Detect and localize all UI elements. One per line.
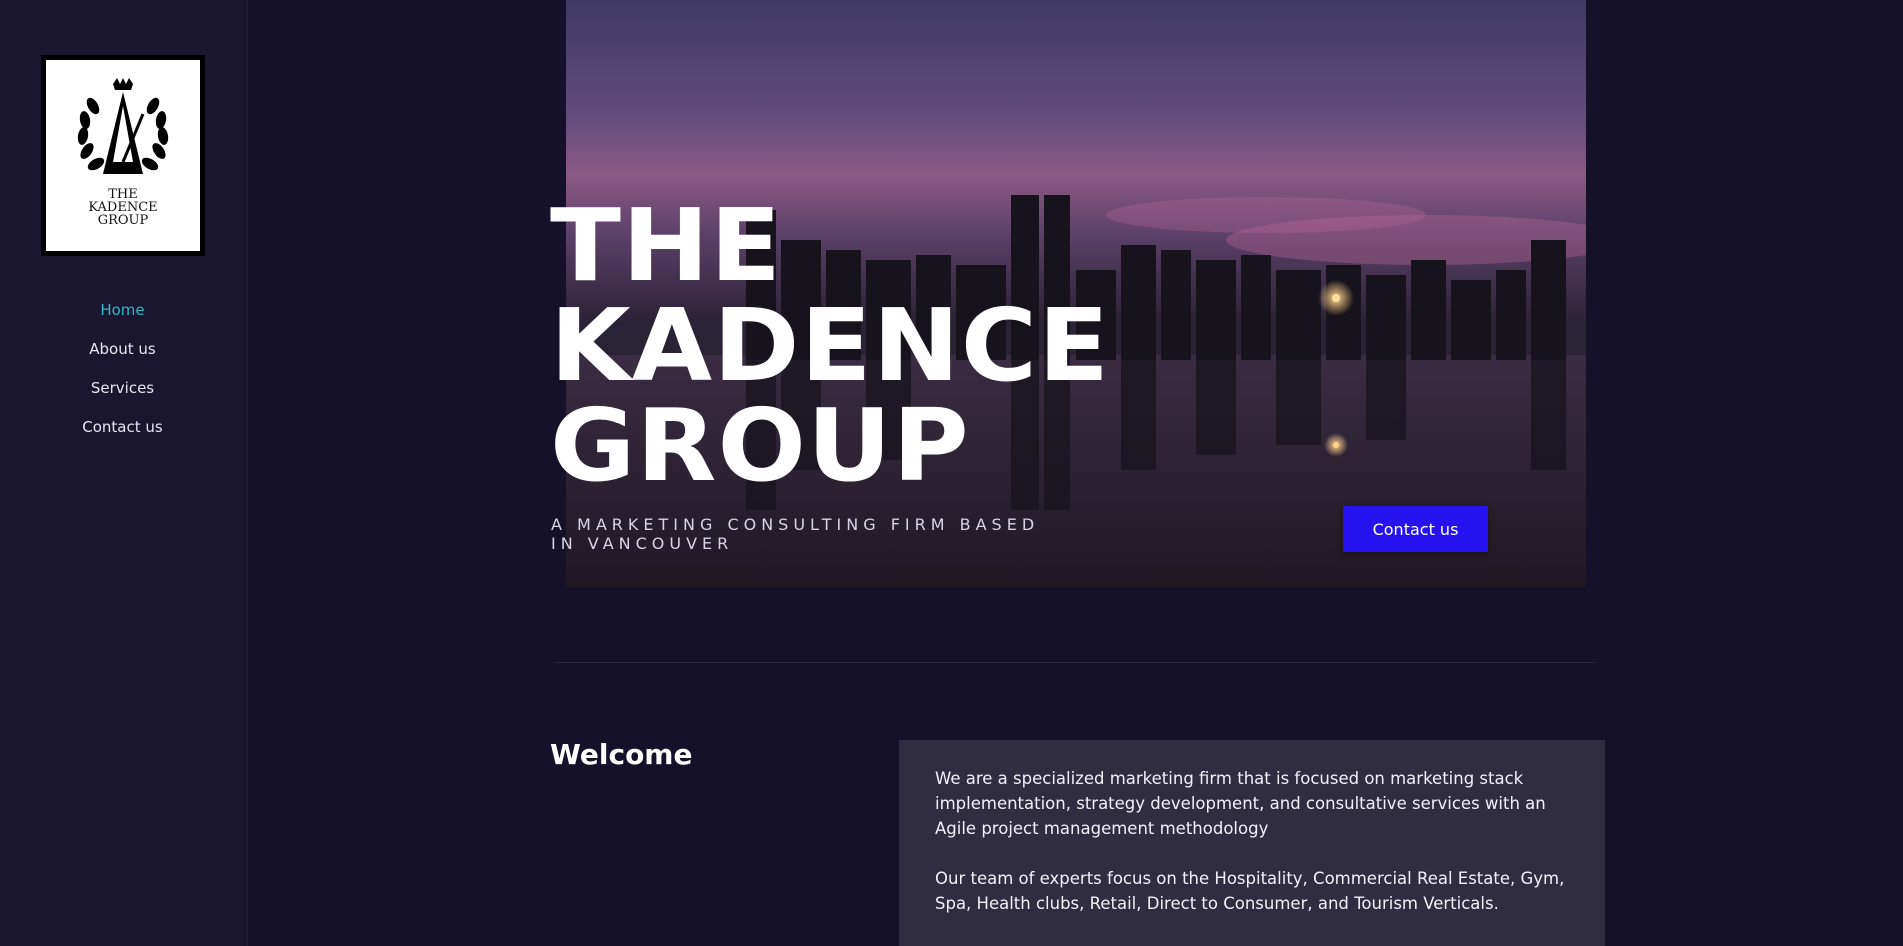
metronome-laurel-icon [77, 78, 169, 174]
main-nav: Home About us Services Contact us [0, 298, 245, 454]
welcome-paragraph: Our team of experts focus on the Hospita… [935, 869, 1565, 913]
welcome-card: We are a specialized marketing firm that… [899, 740, 1605, 946]
hero-title: THE KADENCE GROUP [550, 187, 1111, 504]
section-divider [555, 662, 1595, 663]
nav-item-about-us[interactable]: About us [0, 337, 245, 376]
contact-us-button[interactable]: Contact us [1343, 506, 1488, 552]
sidebar: THE KADENCE GROUP Home About us Services… [0, 0, 248, 946]
hero-subtitle: A MARKETING CONSULTING FIRM BASED IN VAN… [551, 515, 1040, 553]
welcome-paragraph: We are a specialized marketing firm that… [935, 769, 1546, 838]
company-logo[interactable]: THE KADENCE GROUP [41, 55, 205, 256]
nav-item-services[interactable]: Services [0, 376, 245, 415]
logo-text: THE KADENCE GROUP [88, 187, 158, 228]
nav-item-contact-us[interactable]: Contact us [0, 415, 245, 454]
nav-item-home[interactable]: Home [0, 298, 245, 337]
welcome-title: Welcome [550, 738, 693, 771]
